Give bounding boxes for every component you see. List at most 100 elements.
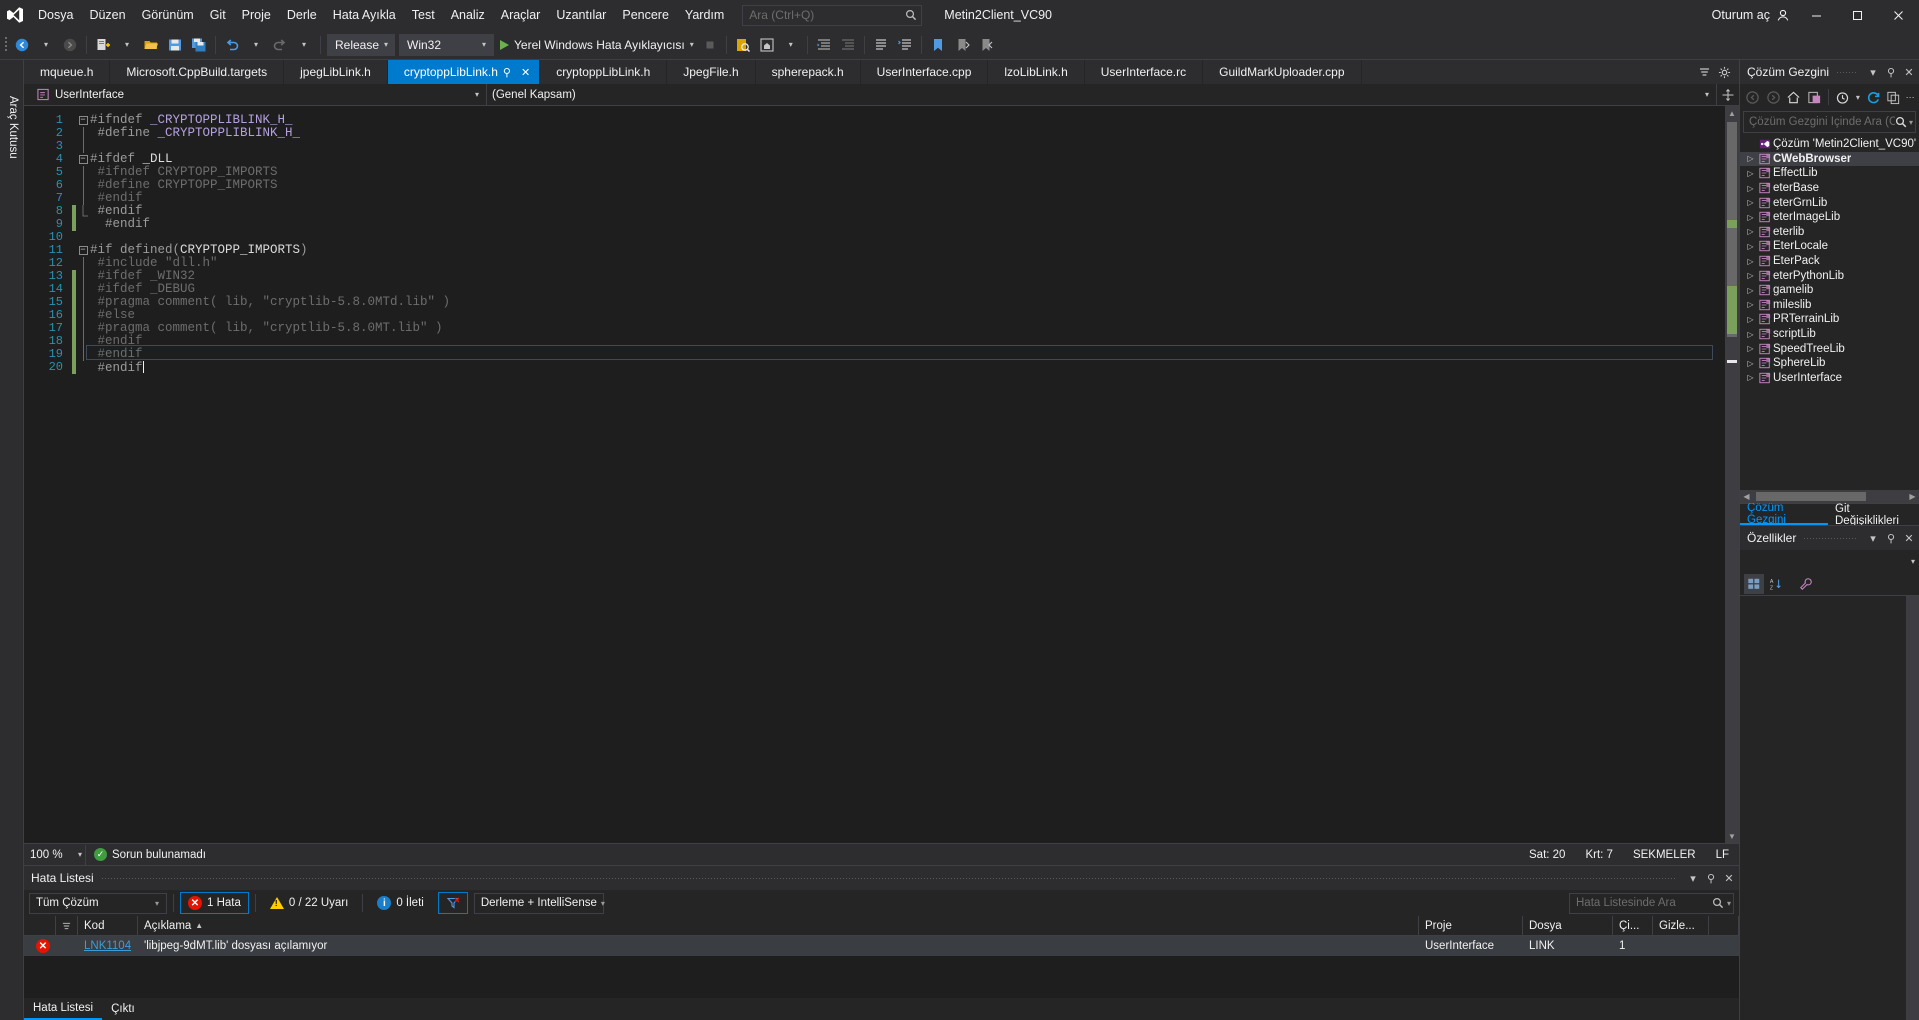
uncomment-icon[interactable] [893,33,917,57]
code-line[interactable]: 2 #define _CRYPTOPPLIBLINK_H_ [24,127,1725,140]
bookmark-next-icon[interactable] [974,33,998,57]
tab-mqueue-h[interactable]: mqueue.h [24,60,111,84]
list-item[interactable]: ▷ eterlib [1740,225,1919,240]
navigate-forward-icon[interactable] [58,33,82,57]
problem-status[interactable]: ✓ Sorun bulunamadı [86,848,214,861]
collapse-icon[interactable]: − [76,155,90,164]
redo-dropdown-icon[interactable]: ▾ [292,33,316,57]
build-filter-combo[interactable]: Derleme + IntelliSense ▾ [473,892,605,914]
toolbox-vertical-tab[interactable]: Araç Kutusu [3,88,23,167]
code-line[interactable]: 11 − #if defined(CRYPTOPP_IMPORTS) [24,244,1725,257]
code-line[interactable]: 8 #endif [24,205,1725,218]
menu-item-uzantilar[interactable]: Uzantılar [548,0,614,30]
code-line[interactable]: 12 #include "dll.h" [24,257,1725,270]
tab-overflow-icon[interactable] [1695,62,1713,82]
solution-tree[interactable]: Çözüm 'Metin2Client_VC90' (16 p ▷ CWebBrow… [1740,136,1919,490]
scrollbar-thumb[interactable] [1756,492,1866,501]
tab-cozum-gezgini[interactable]: Çözüm Gezgini [1740,502,1828,526]
quick-launch-search[interactable]: Ara (Ctrl+Q) [742,4,923,26]
pin-icon[interactable]: ⚲ [1883,528,1899,548]
search-icon[interactable] [1895,116,1907,128]
member-scope-combo[interactable]: (Genel Kapsam) ▾ [487,84,1717,105]
tab-guildmarkuploader-cpp[interactable]: GuildMarkUploader.cpp [1203,60,1362,84]
code-line[interactable]: 13 #ifdef _WIN32 [24,270,1725,283]
tab-cryptopplibLink-h-2[interactable]: cryptoppLibLink.h [540,60,668,84]
menu-item-dosya[interactable]: Dosya [30,0,81,30]
chevron-right-icon[interactable]: ▷ [1744,213,1757,222]
navigate-back-dropdown-icon[interactable]: ▾ [34,33,58,57]
menu-item-duzen[interactable]: Düzen [81,0,133,30]
pending-changes-icon[interactable] [1833,87,1853,107]
code-line[interactable]: 3 [24,140,1725,153]
home-icon[interactable] [1784,87,1804,107]
code-editor[interactable]: 1− #ifndef _CRYPTOPPLIBLINK_H_ 2 #define _… [24,106,1725,843]
gear-icon[interactable] [1715,62,1733,82]
close-button[interactable] [1878,0,1919,30]
menu-item-git[interactable]: Git [202,0,234,30]
menu-item-gorunum[interactable]: Görünüm [134,0,202,30]
chevron-right-icon[interactable]: ▷ [1744,169,1757,178]
tab-cryptopplibLink-h-active[interactable]: cryptoppLibLink.h ⚲ ✕ [387,60,541,84]
list-item[interactable]: ▷ UserInterface [1740,371,1919,386]
properties-scrollbar[interactable] [1906,596,1919,1020]
chevron-down-icon[interactable]: ▾ [1685,868,1701,888]
chevron-right-icon[interactable]: ▷ [1744,286,1757,295]
comment-icon[interactable] [869,33,893,57]
code-line[interactable]: 5 #ifndef CRYPTOPP_IMPORTS [24,166,1725,179]
column-header-icon[interactable] [56,915,78,936]
split-editor-icon[interactable] [1717,84,1739,105]
outdent-icon[interactable] [836,33,860,57]
stop-icon[interactable] [698,33,722,57]
chevron-right-icon[interactable]: ▷ [1744,242,1757,251]
error-code-link[interactable]: LNK1104 [84,940,131,952]
code-line[interactable]: 4 − #ifdef _DLL [24,153,1725,166]
code-line[interactable]: 17 #pragma comment( lib, "cryptlib-5.8.0… [24,322,1725,335]
list-item[interactable]: ▷ gamelib [1740,283,1919,298]
header-drag-dots[interactable] [1804,537,1857,539]
column-header-severity[interactable] [24,915,56,936]
toolbar-grip[interactable] [2,35,10,55]
list-item[interactable]: ▷ EffectLib [1740,166,1919,181]
code-line[interactable]: 9 #endif [24,218,1725,231]
column-header-kod[interactable]: Kod [78,915,138,936]
scroll-left-arrow-icon[interactable]: ◀ [1740,490,1753,503]
properties-icon[interactable] [1796,574,1816,594]
solution-explorer-horizontal-scrollbar[interactable]: ◀ ▶ [1740,490,1919,503]
tab-userinterface-cpp[interactable]: UserInterface.cpp [861,60,989,84]
tab-lzolibLink-h[interactable]: lzoLibLink.h [988,60,1085,84]
refresh-icon[interactable] [1863,87,1883,107]
chevron-down-icon[interactable]: ▾ [1724,899,1731,908]
chevron-down-icon[interactable]: ▾ [1865,528,1881,548]
chevron-right-icon[interactable]: ▷ [1744,184,1757,193]
list-item[interactable]: ▷ PRTerrainLib [1740,312,1919,327]
chevron-right-icon[interactable]: ▷ [1744,300,1757,309]
menu-item-test[interactable]: Test [404,0,443,30]
close-icon[interactable]: ✕ [516,66,535,79]
column-header-proje[interactable]: Proje [1419,915,1523,936]
scroll-down-arrow-icon[interactable]: ▼ [1725,829,1739,843]
chevron-down-icon[interactable]: ▾ [1911,557,1915,566]
warnings-filter-button[interactable]: 0 / 22 Uyarı [262,892,356,914]
collapse-icon[interactable]: − [76,116,90,125]
alphabetical-icon[interactable]: AZ [1766,574,1786,594]
messages-filter-button[interactable]: i 0 İleti [369,892,432,914]
save-all-icon[interactable] [187,33,211,57]
undo-icon[interactable] [220,33,244,57]
chevron-down-icon[interactable]: ▾ [1865,62,1881,82]
chevron-right-icon[interactable]: ▷ [1744,257,1757,266]
search-icon[interactable] [1712,897,1724,909]
chevron-right-icon[interactable]: ▷ [1744,271,1757,280]
navigate-back-icon[interactable] [10,33,34,57]
build-filter-icon-button[interactable] [437,892,468,914]
tab-microsoft-cppbuild-targets[interactable]: Microsoft.CppBuild.targets [110,60,285,84]
chevron-right-icon[interactable]: ▷ [1744,344,1757,353]
menu-item-yardim[interactable]: Yardım [677,0,732,30]
header-drag-dots[interactable] [101,877,1677,879]
column-header-gizleme[interactable]: Gizle... [1653,915,1709,936]
back-icon[interactable] [1743,87,1763,107]
home-dropdown-icon[interactable]: ▾ [779,33,803,57]
code-line[interactable]: 6 #define CRYPTOPP_IMPORTS [24,179,1725,192]
chevron-right-icon[interactable]: ▷ [1744,227,1757,236]
tab-hata-listesi[interactable]: Hata Listesi [24,998,103,1020]
list-item[interactable]: ▷ eterImageLib [1740,210,1919,225]
